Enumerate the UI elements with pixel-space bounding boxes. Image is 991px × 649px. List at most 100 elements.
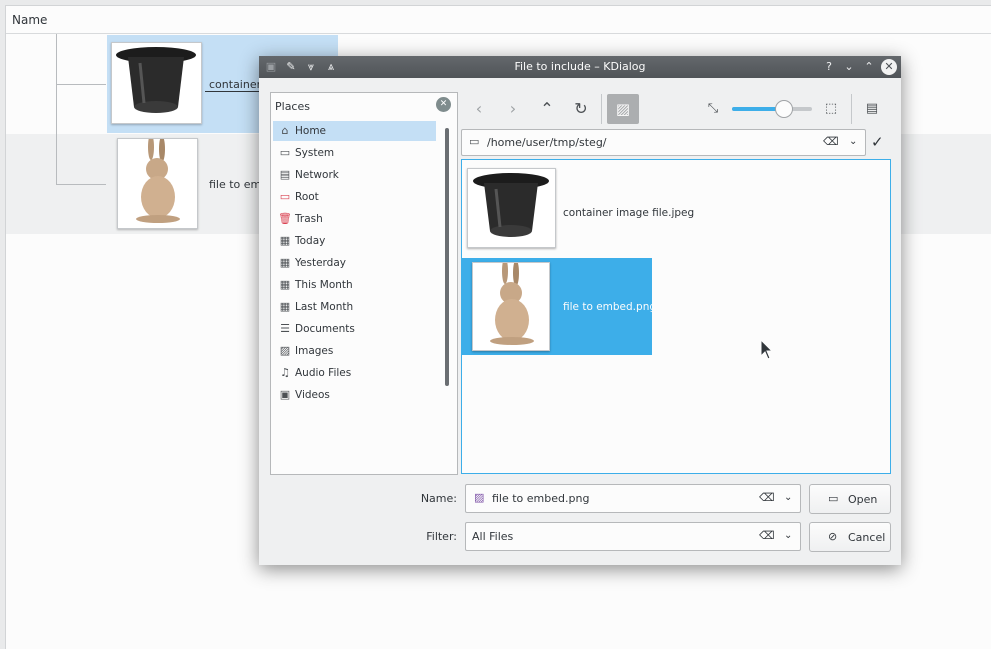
panel-icon[interactable]: ▤ bbox=[860, 97, 884, 121]
help-button[interactable]: ? bbox=[821, 59, 837, 75]
clear-icon[interactable]: ⌫ bbox=[759, 491, 775, 504]
tree-line bbox=[205, 91, 265, 92]
places-item-label: Images bbox=[295, 345, 334, 357]
clear-icon[interactable]: ⌫ bbox=[759, 529, 775, 542]
mouse-cursor-icon bbox=[760, 339, 774, 360]
places-item-label: Root bbox=[295, 191, 319, 203]
toolbar-separator bbox=[601, 94, 602, 124]
folder-icon: ▭ bbox=[279, 146, 291, 159]
chevron-down-icon[interactable]: ⌄ bbox=[784, 492, 792, 503]
places-item-this-month[interactable]: ▦ This Month bbox=[273, 275, 436, 295]
home-icon: ⌂ bbox=[281, 124, 289, 137]
calendar-icon: ▦ bbox=[279, 300, 291, 313]
rabbit-thumbnail bbox=[472, 258, 550, 351]
list-item-selected[interactable]: file to embed.png bbox=[462, 258, 656, 355]
name-value[interactable]: file to embed.png bbox=[492, 492, 589, 505]
cancel-icon: ⊘ bbox=[828, 530, 838, 543]
places-item-home[interactable]: ⌂ Home bbox=[273, 121, 436, 141]
trash-icon: 🗑 bbox=[278, 212, 292, 225]
places-item-network[interactable]: ▤ Network bbox=[273, 165, 436, 185]
places-item-label: Network bbox=[295, 169, 339, 181]
file-list[interactable]: container image file.jpeg file to embed.… bbox=[461, 159, 891, 474]
tree-line bbox=[56, 84, 106, 85]
places-item-today[interactable]: ▦ Today bbox=[273, 231, 436, 251]
filter-field[interactable]: All Files ⌫ ⌄ bbox=[465, 522, 801, 551]
zoom-slider-handle[interactable] bbox=[775, 100, 793, 118]
filter-label: Filter: bbox=[426, 530, 457, 543]
zoom-in-icon[interactable]: ⬚ bbox=[819, 97, 843, 121]
cancel-button[interactable]: ⊘ Cancel bbox=[809, 522, 891, 552]
window-title: File to include – KDialog bbox=[514, 60, 646, 73]
column-header[interactable]: Name bbox=[6, 6, 991, 34]
confirm-location-button[interactable]: ✓ bbox=[871, 133, 884, 151]
places-item-system[interactable]: ▭ System bbox=[273, 143, 436, 163]
open-button-label: Open bbox=[848, 493, 878, 506]
location-bar[interactable]: ▭ /home/user/tmp/steg/ ⌫ ⌄ bbox=[461, 129, 866, 156]
close-button[interactable]: ✕ bbox=[881, 59, 897, 75]
hat-thumbnail bbox=[467, 168, 556, 248]
folder-open-icon: ▭ bbox=[828, 492, 839, 505]
list-item[interactable]: container image file.jpeg bbox=[462, 164, 694, 261]
images-icon: ▨ bbox=[279, 344, 291, 357]
name-field[interactable]: ▨ file to embed.png ⌫ ⌄ bbox=[465, 484, 801, 513]
places-item-label: Last Month bbox=[295, 301, 354, 313]
chevron-down-icon[interactable]: ⌄ bbox=[849, 136, 857, 147]
places-item-trash[interactable]: 🗑 Trash bbox=[273, 209, 436, 229]
video-icon: ▣ bbox=[279, 388, 291, 401]
forward-button[interactable]: › bbox=[501, 97, 525, 121]
file-name: file to embed.png bbox=[563, 301, 657, 313]
places-close-button[interactable]: ✕ bbox=[436, 97, 451, 112]
file-dialog: ▣ ✎ ⩔ ⩓ File to include – KDialog ? ⌄ ⌃ … bbox=[259, 56, 901, 565]
places-item-label: Trash bbox=[295, 213, 323, 225]
hat-thumbnail bbox=[111, 42, 202, 124]
up-folder-button[interactable]: ⌃ bbox=[535, 97, 559, 121]
maximize-button[interactable]: ⌃ bbox=[861, 59, 877, 75]
zoom-out-icon[interactable]: ⤡ bbox=[701, 97, 725, 121]
tree-line bbox=[56, 184, 106, 185]
column-header-name: Name bbox=[12, 13, 48, 27]
image-icon: ▨ bbox=[615, 100, 631, 118]
calendar-icon: ▦ bbox=[279, 278, 291, 291]
zoom-slider[interactable] bbox=[732, 107, 812, 111]
toolbar-separator bbox=[851, 94, 852, 124]
calendar-icon: ▦ bbox=[279, 234, 291, 247]
clear-icon[interactable]: ⌫ bbox=[823, 135, 839, 148]
places-item-root[interactable]: ▭ Root bbox=[273, 187, 436, 207]
chevron-down-icon[interactable]: ⌄ bbox=[784, 530, 792, 541]
calendar-icon: ▦ bbox=[279, 256, 291, 269]
folder-red-icon: ▭ bbox=[279, 190, 291, 203]
places-item-label: Audio Files bbox=[295, 367, 352, 379]
cancel-button-label: Cancel bbox=[848, 531, 886, 544]
places-item-documents[interactable]: ☰ Documents bbox=[273, 319, 436, 339]
location-path[interactable]: /home/user/tmp/steg/ bbox=[487, 136, 607, 149]
places-item-label: Yesterday bbox=[295, 257, 346, 269]
music-icon: ♫ bbox=[280, 366, 290, 379]
network-icon: ▤ bbox=[279, 168, 291, 181]
places-item-label: System bbox=[295, 147, 335, 159]
places-scrollbar[interactable] bbox=[445, 128, 449, 386]
places-item-label: Home bbox=[295, 125, 327, 137]
reload-button[interactable]: ↻ bbox=[569, 97, 593, 121]
rabbit-thumbnail bbox=[117, 134, 198, 229]
places-item-images[interactable]: ▨ Images bbox=[273, 341, 436, 361]
list-item-label: container bbox=[209, 78, 262, 91]
file-name: container image file.jpeg bbox=[563, 207, 695, 219]
tree-line bbox=[56, 34, 57, 184]
open-button[interactable]: ▭ Open bbox=[809, 484, 891, 514]
places-item-videos[interactable]: ▣ Videos bbox=[273, 385, 436, 405]
places-item-last-month[interactable]: ▦ Last Month bbox=[273, 297, 436, 317]
places-panel: Places ✕ ⌂ Home ▭ System ▤ Network ▭ Root 🗑 Trash… bbox=[270, 92, 458, 475]
documents-icon: ☰ bbox=[280, 322, 290, 335]
filter-value[interactable]: All Files bbox=[472, 530, 513, 543]
places-item-yesterday[interactable]: ▦ Yesterday bbox=[273, 253, 436, 273]
title-bar[interactable]: ▣ ✎ ⩔ ⩓ File to include – KDialog ? ⌄ ⌃ … bbox=[259, 56, 901, 78]
minimize-button[interactable]: ⌄ bbox=[841, 59, 857, 75]
places-item-label: This Month bbox=[295, 279, 353, 291]
name-label: Name: bbox=[420, 492, 457, 505]
places-item-audio-files[interactable]: ♫ Audio Files bbox=[273, 363, 436, 383]
places-item-label: Videos bbox=[295, 389, 330, 401]
places-title: Places bbox=[275, 100, 310, 113]
preview-view-button[interactable]: ▨ bbox=[607, 94, 639, 124]
places-item-label: Documents bbox=[295, 323, 355, 335]
back-button[interactable]: ‹ bbox=[467, 97, 491, 121]
